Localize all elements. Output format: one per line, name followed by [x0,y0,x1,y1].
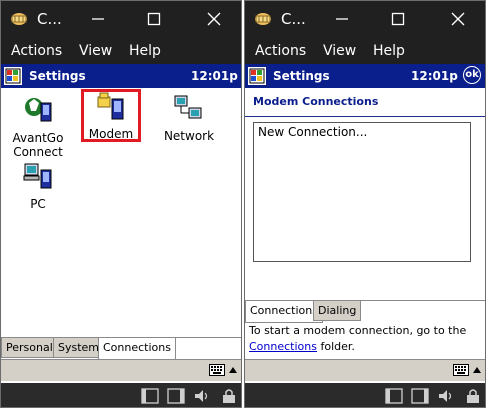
icon-label: PC [30,197,46,211]
start-flag-icon[interactable] [248,67,266,85]
maximize-button[interactable] [385,9,411,29]
volume-icon[interactable] [437,388,455,404]
tab-dialing[interactable]: Dialing [313,301,362,321]
app-title: Settings [29,69,86,83]
screen-alt-icon[interactable] [167,388,185,404]
selection-highlight [81,89,141,142]
menu-actions[interactable]: Actions [255,42,306,60]
right-window: C... Actions View Help Settings 12:01p o… [244,0,486,408]
icon-label: Network [163,129,215,143]
keyboard-icon[interactable] [209,364,225,376]
menu-help[interactable]: Help [373,42,405,60]
keyboard-icon[interactable] [453,364,469,376]
input-method-arrow-icon[interactable] [229,367,237,373]
screen-icon[interactable] [141,388,159,404]
title-bar: C... [1,1,241,38]
maximize-button[interactable] [141,9,167,29]
input-panel-bar [245,359,485,381]
icon-label: AvantGo [12,131,64,145]
clock[interactable]: 12:01p [191,68,238,84]
minimize-button[interactable] [85,9,111,29]
emulator-app-icon [11,13,27,25]
emulator-app-icon [255,13,271,25]
tab-system[interactable]: System [53,338,105,358]
clock[interactable]: 12:01p [411,68,458,84]
close-button[interactable] [201,9,227,29]
menu-help[interactable]: Help [129,42,161,60]
emulator-taskbar [1,383,241,407]
modem-tab-strip: Connections Dialing [245,300,485,323]
pocketpc-navigation-bar: Settings 12:01p ok [245,64,485,88]
emulator-taskbar [245,383,485,407]
modem-connections-list[interactable]: New Connection... [253,122,471,262]
lock-icon[interactable] [221,388,237,404]
section-header: Modem Connections [245,88,485,117]
input-method-arrow-icon[interactable] [473,367,481,373]
start-flag-icon[interactable] [4,67,22,85]
info-text-tail: folder. [316,340,355,353]
window-title: C... [37,10,62,28]
input-panel-bar [1,359,241,381]
ok-button[interactable]: ok [463,66,481,84]
network-icon [174,95,202,119]
avantgo-connect-item[interactable]: AvantGo Connect [3,95,73,159]
screen-icon[interactable] [385,388,403,404]
pc-item[interactable]: PC [3,161,73,211]
section-title: Modem Connections [253,95,379,108]
close-button[interactable] [445,9,471,29]
menu-bar: Actions View Help [245,38,485,64]
network-item[interactable]: Network [154,93,224,143]
volume-icon[interactable] [193,388,211,404]
icon-label: Connect [13,145,63,159]
pc-icon [23,163,52,189]
avantgo-connect-icon [25,98,52,122]
connections-folder-link[interactable]: Connections [249,340,317,353]
title-bar: C... [245,1,485,38]
tab-connections[interactable]: Connections [98,338,176,360]
lock-icon[interactable] [465,388,481,404]
window-title: C... [281,10,306,28]
app-title: Settings [273,69,330,83]
menu-view[interactable]: View [79,42,112,60]
list-item-new-connection[interactable]: New Connection... [258,125,367,139]
settings-tab-strip: Personal System Connections [1,337,241,360]
minimize-button[interactable] [329,9,355,29]
info-text-line: To start a modem connection, go to the [249,324,467,337]
menu-view[interactable]: View [323,42,356,60]
left-window: C... Actions View Help Settings 12:01p A… [0,0,242,408]
screen-alt-icon[interactable] [411,388,429,404]
tab-connections[interactable]: Connections [245,301,323,323]
pocketpc-navigation-bar: Settings 12:01p [1,64,241,88]
tab-personal[interactable]: Personal [1,338,58,358]
menu-actions[interactable]: Actions [11,42,62,60]
info-text: To start a modem connection, go to the C… [249,323,479,355]
menu-bar: Actions View Help [1,38,241,64]
